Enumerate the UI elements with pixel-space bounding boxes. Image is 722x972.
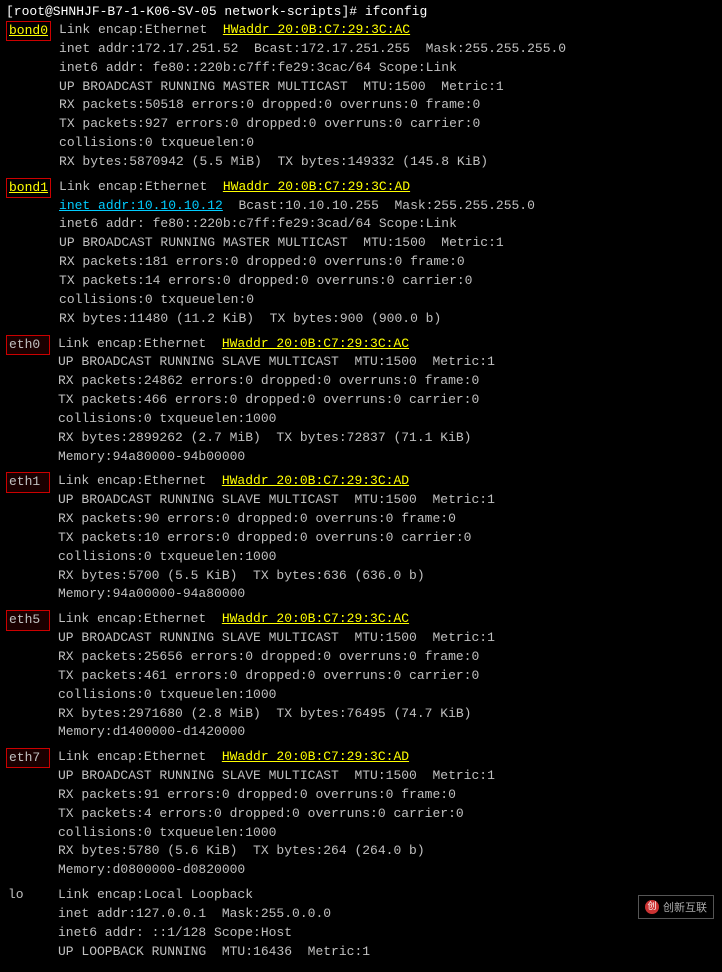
line: UP BROADCAST RUNNING SLAVE MULTICAST MTU… <box>58 353 716 372</box>
line: UP BROADCAST RUNNING SLAVE MULTICAST MTU… <box>58 767 716 786</box>
interface-eth7: eth7 Link encap:Ethernet HWaddr 20:0B:C7… <box>6 748 716 880</box>
line: Memory:94a00000-94a80000 <box>58 585 716 604</box>
watermark: 创 创新互联 <box>638 895 714 919</box>
line: RX bytes:5700 (5.5 KiB) TX bytes:636 (63… <box>58 567 716 586</box>
line: TX packets:927 errors:0 dropped:0 overru… <box>59 115 716 134</box>
iface-name-lo: lo <box>6 886 50 904</box>
line: inet6 addr: fe80::220b:c7ff:fe29:3cad/64… <box>59 215 716 234</box>
line: inet addr:172.17.251.52 Bcast:172.17.251… <box>59 40 716 59</box>
line: UP LOOPBACK RUNNING MTU:16436 Metric:1 <box>58 943 716 962</box>
line: UP BROADCAST RUNNING SLAVE MULTICAST MTU… <box>58 491 716 510</box>
iface-content-bond1: Link encap:Ethernet HWaddr 20:0B:C7:29:3… <box>59 178 716 329</box>
line: Link encap:Local Loopback <box>58 886 716 905</box>
prompt-text: [root@SHNHJF-B7-1-K06-SV-05 network-scri… <box>6 4 427 19</box>
line: collisions:0 txqueuelen:0 <box>59 291 716 310</box>
line: UP BROADCAST RUNNING MASTER MULTICAST MT… <box>59 78 716 97</box>
interface-lo: lo Link encap:Local Loopback inet addr:1… <box>6 886 716 961</box>
line: UP BROADCAST RUNNING SLAVE MULTICAST MTU… <box>58 629 716 648</box>
line: UP BROADCAST RUNNING MASTER MULTICAST MT… <box>59 234 716 253</box>
line: collisions:0 txqueuelen:1000 <box>58 824 716 843</box>
line: RX bytes:2899262 (2.7 MiB) TX bytes:7283… <box>58 429 716 448</box>
line: RX bytes:5870942 (5.5 MiB) TX bytes:1493… <box>59 153 716 172</box>
line: TX packets:4 errors:0 dropped:0 overruns… <box>58 805 716 824</box>
line: inet6 addr: fe80::220b:c7ff:fe29:3cac/64… <box>59 59 716 78</box>
interface-eth5: eth5 Link encap:Ethernet HWaddr 20:0B:C7… <box>6 610 716 742</box>
line: RX packets:50518 errors:0 dropped:0 over… <box>59 96 716 115</box>
line: TX packets:10 errors:0 dropped:0 overrun… <box>58 529 716 548</box>
line: collisions:0 txqueuelen:1000 <box>58 686 716 705</box>
iface-name-eth0: eth0 <box>6 335 50 355</box>
line: Link encap:Ethernet HWaddr 20:0B:C7:29:3… <box>58 610 716 629</box>
iface-content-eth7: Link encap:Ethernet HWaddr 20:0B:C7:29:3… <box>58 748 716 880</box>
interface-bond0: bond0 Link encap:Ethernet HWaddr 20:0B:C… <box>6 21 716 172</box>
line: inet addr:10.10.10.12 Bcast:10.10.10.255… <box>59 197 716 216</box>
watermark-icon: 创 <box>645 900 659 914</box>
line: TX packets:466 errors:0 dropped:0 overru… <box>58 391 716 410</box>
line: Link encap:Ethernet HWaddr 20:0B:C7:29:3… <box>58 335 716 354</box>
iface-content-lo: Link encap:Local Loopback inet addr:127.… <box>58 886 716 961</box>
iface-name-eth5: eth5 <box>6 610 50 630</box>
interface-eth1: eth1 Link encap:Ethernet HWaddr 20:0B:C7… <box>6 472 716 604</box>
iface-content-eth0: Link encap:Ethernet HWaddr 20:0B:C7:29:3… <box>58 335 716 467</box>
line: RX bytes:2971680 (2.8 MiB) TX bytes:7649… <box>58 705 716 724</box>
iface-name-bond1: bond1 <box>6 178 51 198</box>
line: Link encap:Ethernet HWaddr 20:0B:C7:29:3… <box>58 472 716 491</box>
terminal: [root@SHNHJF-B7-1-K06-SV-05 network-scri… <box>0 0 722 972</box>
line: Link encap:Ethernet HWaddr 20:0B:C7:29:3… <box>59 21 716 40</box>
line: RX packets:25656 errors:0 dropped:0 over… <box>58 648 716 667</box>
line: Link encap:Ethernet HWaddr 20:0B:C7:29:3… <box>59 178 716 197</box>
interface-bond1: bond1 Link encap:Ethernet HWaddr 20:0B:C… <box>6 178 716 329</box>
iface-content-eth1: Link encap:Ethernet HWaddr 20:0B:C7:29:3… <box>58 472 716 604</box>
line: RX bytes:11480 (11.2 KiB) TX bytes:900 (… <box>59 310 716 329</box>
line: collisions:0 txqueuelen:0 <box>59 134 716 153</box>
iface-name-eth1: eth1 <box>6 472 50 492</box>
line: collisions:0 txqueuelen:1000 <box>58 410 716 429</box>
line: RX packets:181 errors:0 dropped:0 overru… <box>59 253 716 272</box>
prompt-line: [root@SHNHJF-B7-1-K06-SV-05 network-scri… <box>6 4 716 19</box>
line: TX packets:461 errors:0 dropped:0 overru… <box>58 667 716 686</box>
line: RX packets:91 errors:0 dropped:0 overrun… <box>58 786 716 805</box>
line: Memory:d1400000-d1420000 <box>58 723 716 742</box>
line: RX packets:24862 errors:0 dropped:0 over… <box>58 372 716 391</box>
line: RX bytes:5780 (5.6 KiB) TX bytes:264 (26… <box>58 842 716 861</box>
line: RX packets:90 errors:0 dropped:0 overrun… <box>58 510 716 529</box>
iface-name-eth7: eth7 <box>6 748 50 768</box>
watermark-text: 创新互联 <box>663 899 707 915</box>
line: Memory:94a80000-94b00000 <box>58 448 716 467</box>
line: inet addr:127.0.0.1 Mask:255.0.0.0 <box>58 905 716 924</box>
interface-eth0: eth0 Link encap:Ethernet HWaddr 20:0B:C7… <box>6 335 716 467</box>
iface-content-eth5: Link encap:Ethernet HWaddr 20:0B:C7:29:3… <box>58 610 716 742</box>
line: Memory:d0800000-d0820000 <box>58 861 716 880</box>
line: TX packets:14 errors:0 dropped:0 overrun… <box>59 272 716 291</box>
line: Link encap:Ethernet HWaddr 20:0B:C7:29:3… <box>58 748 716 767</box>
iface-name-bond0: bond0 <box>6 21 51 41</box>
line: collisions:0 txqueuelen:1000 <box>58 548 716 567</box>
iface-content-bond0: Link encap:Ethernet HWaddr 20:0B:C7:29:3… <box>59 21 716 172</box>
